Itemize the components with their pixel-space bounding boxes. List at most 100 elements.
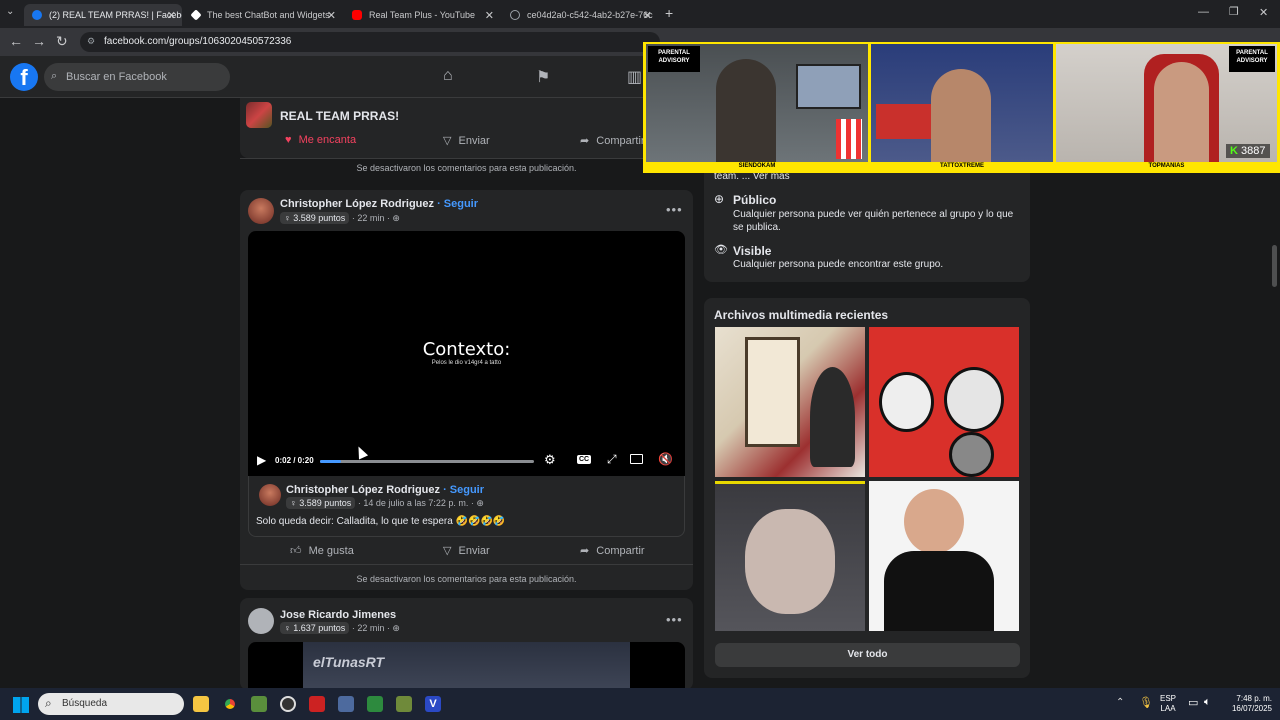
post-time[interactable]: · 22 min · xyxy=(352,623,390,633)
share-icon: ➦ xyxy=(580,545,590,557)
calculator-icon[interactable] xyxy=(338,696,354,712)
video-settings-icon[interactable]: ⚙ xyxy=(544,452,556,468)
app-icon[interactable] xyxy=(367,696,383,712)
webcam-siendokam: PARENTAL ADVISORY xyxy=(646,44,868,162)
face-shape xyxy=(879,372,934,432)
video-progress-track[interactable] xyxy=(320,460,534,463)
file-explorer-icon[interactable] xyxy=(193,696,209,712)
app-icon[interactable] xyxy=(396,696,412,712)
facebook-search-input[interactable]: ⌕ Buscar en Facebook xyxy=(44,63,230,91)
close-tab-icon[interactable]: ✕ xyxy=(167,9,176,22)
like-button[interactable]: 👍︎ Me gusta xyxy=(290,544,354,557)
more-options-icon[interactable]: ••• xyxy=(666,612,683,627)
close-tab-icon[interactable]: ✕ xyxy=(327,9,336,22)
send-button[interactable]: ▽ Enviar xyxy=(443,134,490,147)
windows-start-icon[interactable] xyxy=(13,697,29,713)
video-player[interactable]: elTunasRT xyxy=(248,642,685,690)
shared-time[interactable]: · 14 de julio a las 7:22 p. m. · xyxy=(358,498,474,508)
share-button[interactable]: ➦ Compartir xyxy=(580,544,645,557)
clock[interactable]: 7:48 p. m. 16/07/2025 xyxy=(1222,694,1272,714)
app-icon[interactable] xyxy=(309,696,325,712)
face-shape xyxy=(949,432,994,477)
heart-icon: ♥ xyxy=(285,134,292,146)
send-button[interactable]: ▽ Enviar xyxy=(443,544,490,557)
volume-icon[interactable]: 🔈︎ xyxy=(1204,696,1211,709)
advisory-label: PARENTAL ADVISORY xyxy=(648,46,700,72)
author-avatar[interactable] xyxy=(248,608,274,634)
page-scrollbar[interactable] xyxy=(1272,245,1277,287)
site-info-icon[interactable]: ⚙ xyxy=(87,36,95,47)
face-shape xyxy=(904,489,964,554)
url-field[interactable]: ⚙ facebook.com/groups/1063020450572336 xyxy=(80,32,660,52)
close-window-button[interactable]: ✕ xyxy=(1259,6,1268,19)
restore-button[interactable]: ❐ xyxy=(1229,5,1239,18)
close-tab-icon[interactable]: ✕ xyxy=(485,9,494,22)
author-avatar[interactable] xyxy=(248,198,274,224)
facebook-logo[interactable]: f xyxy=(10,63,38,91)
webcam-label: TOPMANIAS xyxy=(1148,163,1185,169)
love-reaction-button[interactable]: ♥ Me encanta xyxy=(285,134,356,146)
globe-icon: ⊕ xyxy=(476,498,484,508)
tab-chatbot[interactable]: The best ChatBot and Widgets ✕ xyxy=(184,4,342,26)
face-shape xyxy=(944,367,1004,432)
media-thumbnail[interactable] xyxy=(715,481,865,631)
sign-shape xyxy=(876,104,931,139)
reload-icon[interactable]: ↻ xyxy=(56,33,68,50)
minecraft-icon[interactable] xyxy=(251,696,267,712)
search-icon: ⌕ xyxy=(45,696,52,710)
post-author[interactable]: Jose Ricardo Jimenes xyxy=(280,609,396,621)
app-icon[interactable]: V xyxy=(425,696,441,712)
app-icon[interactable] xyxy=(280,696,296,712)
post-author[interactable]: Christopher López Rodriguez xyxy=(280,198,434,210)
close-tab-icon[interactable]: ✕ xyxy=(643,9,652,22)
media-thumbnail[interactable] xyxy=(869,327,1019,477)
back-icon[interactable]: ← xyxy=(9,33,23,49)
more-options-icon[interactable]: ••• xyxy=(666,202,683,217)
follow-link[interactable]: · Seguir xyxy=(443,484,484,496)
tab-list-button[interactable]: ⌄ xyxy=(6,6,14,17)
home-icon[interactable]: ⌂ xyxy=(443,67,453,85)
video-frame: elTunasRT xyxy=(303,642,630,690)
flag-icon[interactable]: ⚑ xyxy=(536,67,550,87)
tray-chevron-icon[interactable]: ⌃ xyxy=(1116,697,1124,708)
media-thumbnail[interactable] xyxy=(715,327,865,477)
shared-post-box: Christopher López Rodriguez · Seguir ♀ 3… xyxy=(248,476,685,537)
taskbar-search[interactable]: ⌕ Búsqueda xyxy=(38,693,184,715)
recent-media-card: Archivos multimedia recientes Ver todo xyxy=(704,298,1030,678)
post-card: Jose Ricardo Jimenes ♀ 1.637 puntos · 22… xyxy=(240,598,693,690)
play-icon[interactable]: ▶ xyxy=(257,453,266,467)
minimize-button[interactable]: — xyxy=(1198,6,1209,18)
media-thumbnail[interactable] xyxy=(869,481,1019,631)
microphone-icon[interactable]: 🎙︎ xyxy=(1139,696,1153,709)
new-tab-button[interactable]: + xyxy=(665,5,673,21)
send-label: Enviar xyxy=(458,545,490,557)
follow-link[interactable]: · Seguir xyxy=(437,198,478,210)
clock-date: 16/07/2025 xyxy=(1231,704,1272,713)
chrome-icon[interactable] xyxy=(222,696,238,712)
advisory-label: PARENTAL ADVISORY xyxy=(1229,46,1275,72)
shared-author-avatar[interactable] xyxy=(259,484,281,506)
language-indicator[interactable]: ESP LAA xyxy=(1160,694,1176,714)
shared-author[interactable]: Christopher López Rodriguez xyxy=(286,484,440,496)
captions-icon[interactable]: CC xyxy=(577,455,592,464)
forward-icon[interactable]: → xyxy=(32,33,46,49)
group-avatar[interactable] xyxy=(246,102,272,128)
tab-youtube[interactable]: Real Team Plus - YouTube ✕ xyxy=(344,4,500,26)
post-card: Christopher López Rodriguez · Seguir ♀ 3… xyxy=(240,190,693,590)
tab-facebook[interactable]: (2) REAL TEAM PRRAS! | Facebo ✕ xyxy=(24,4,182,26)
video-player[interactable]: Contexto: Pelos le dio v14gr4 a tatto ▶ … xyxy=(248,231,685,476)
marketplace-icon[interactable]: ▥ xyxy=(627,67,642,87)
post-time[interactable]: · 22 min · xyxy=(352,213,390,223)
webcam-label: TATTOXTREME xyxy=(940,163,984,169)
share-button[interactable]: ➦ Compartir xyxy=(580,134,645,147)
pip-icon[interactable] xyxy=(630,454,643,464)
tab-document[interactable]: ce04d2a0-c542-4ab2-b27e-76c ✕ xyxy=(502,4,658,26)
network-icon[interactable]: ▭ xyxy=(1188,696,1198,709)
group-name[interactable]: REAL TEAM PRRAS! xyxy=(280,109,399,123)
person-shape xyxy=(931,69,991,162)
kick-icon: K xyxy=(1230,145,1238,157)
fullscreen-icon[interactable]: ⤢ xyxy=(607,452,617,467)
monitor-shape xyxy=(796,64,861,109)
mute-icon[interactable]: 🔇 xyxy=(658,452,673,466)
see-all-button[interactable]: Ver todo xyxy=(715,643,1020,667)
